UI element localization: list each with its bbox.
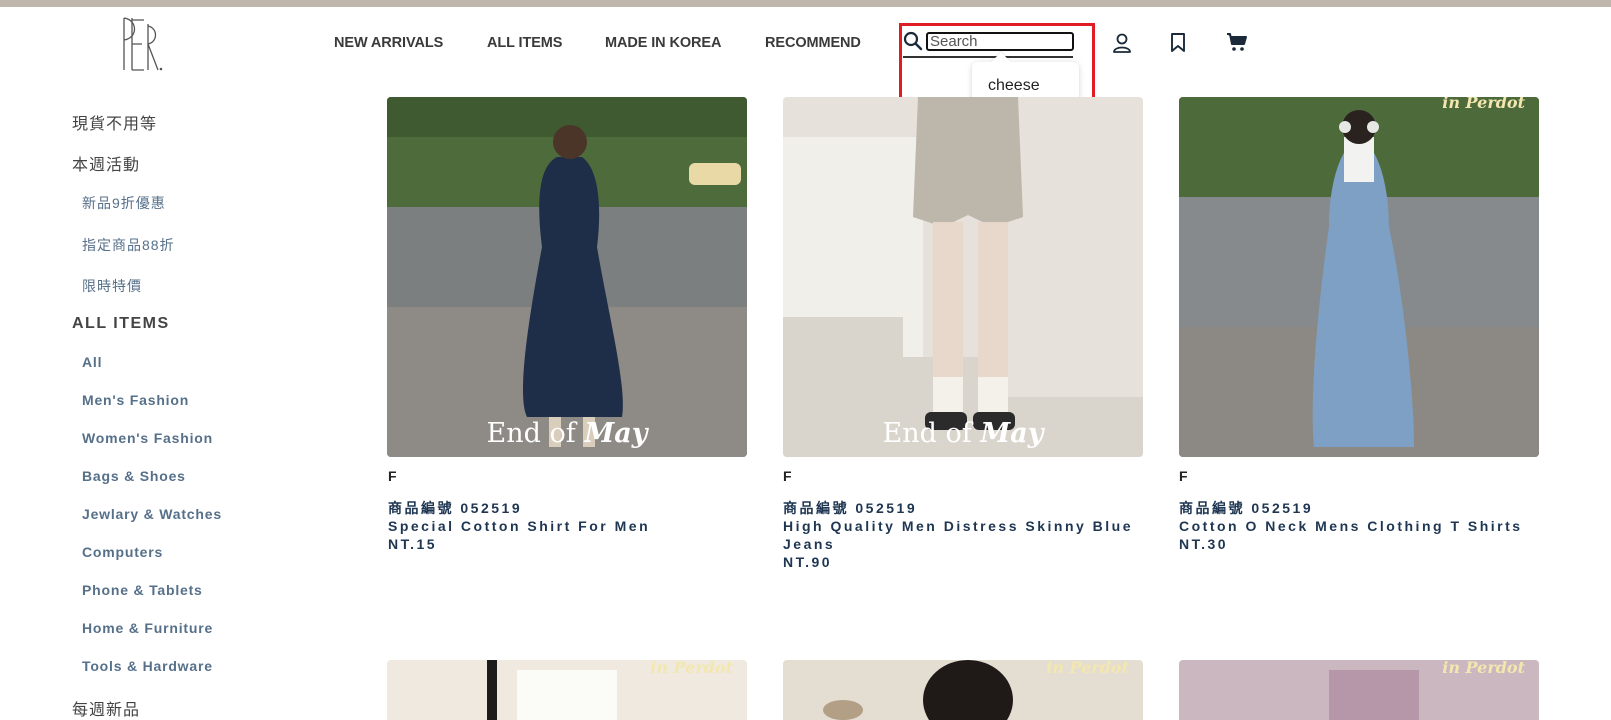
product-code: 商品編號 052519 (783, 500, 918, 516)
bookmark-icon[interactable] (1170, 32, 1186, 53)
product-size: F (388, 468, 397, 484)
image-badge: in Perdot (1046, 660, 1129, 677)
product-code: 商品編號 052519 (1179, 500, 1314, 516)
sidebar-item-88-off[interactable]: 指定商品88折 (82, 235, 175, 255)
sidebar-item-phone-tablets[interactable]: Phone & Tablets (82, 582, 203, 598)
product-info: F 商品編號 052519 High Quality Men Distress … (783, 467, 1145, 571)
product-size: F (1179, 468, 1188, 484)
caption-emphasis: May (584, 418, 648, 449)
badge-text: in Perdot (1442, 97, 1525, 112)
caption-text: End of (486, 418, 576, 449)
sidebar-item-tools-hardware[interactable]: Tools & Hardware (82, 658, 213, 674)
image-caption: End of May (387, 418, 747, 449)
product-price: NT.30 (1179, 536, 1229, 552)
nav-recommend[interactable]: RECOMMEND (765, 35, 861, 51)
product-info: F 商品編號 052519 Special Cotton Shirt For M… (388, 467, 748, 553)
sidebar-item-all[interactable]: All (82, 354, 102, 370)
product-code: 商品編號 052519 (388, 500, 523, 516)
product-name[interactable]: High Quality Men Distress Skinny Blue Je… (783, 517, 1145, 553)
sidebar-item-mens-fashion[interactable]: Men's Fashion (82, 392, 189, 408)
brand-logo[interactable] (118, 14, 164, 72)
search-underline (903, 56, 1073, 58)
sidebar-item-limited-offer[interactable]: 限時特價 (82, 276, 142, 296)
sidebar-heading-weekly-events[interactable]: 本週活動 (72, 151, 140, 175)
caption-emphasis: May (980, 418, 1044, 449)
suggestion-cheese[interactable]: cheese (988, 77, 1040, 95)
product-image[interactable]: in Perdot (387, 660, 747, 720)
product-image[interactable]: End of May (783, 97, 1143, 457)
sidebar-item-computers[interactable]: Computers (82, 544, 163, 560)
image-badge: in Perdot (650, 660, 733, 677)
sidebar-heading-in-stock[interactable]: 現貨不用等 (72, 110, 157, 134)
top-accent-bar (0, 0, 1611, 7)
nav-all-items[interactable]: ALL ITEMS (487, 35, 562, 51)
product-size: F (783, 468, 792, 484)
search-icon[interactable] (903, 31, 923, 51)
product-image[interactable]: in Perdot (1179, 97, 1539, 457)
sidebar-heading-weekly-new[interactable]: 每週新品 (72, 696, 140, 720)
product-info: F 商品編號 052519 Cotton O Neck Mens Clothin… (1179, 467, 1539, 553)
sidebar-item-new-10-off[interactable]: 新品9折優惠 (82, 193, 166, 213)
user-icon[interactable] (1112, 32, 1132, 54)
nav-new-arrivals[interactable]: NEW ARRIVALS (334, 35, 443, 51)
nav-made-in-korea[interactable]: MADE IN KOREA (605, 35, 721, 51)
sidebar-item-jewlary-watches[interactable]: Jewlary & Watches (82, 506, 222, 522)
product-name[interactable]: Cotton O Neck Mens Clothing T Shirts (1179, 517, 1539, 535)
product-image[interactable]: End of May (387, 97, 747, 457)
image-badge: in Perdot (1179, 97, 1539, 112)
search-input[interactable] (926, 32, 1074, 51)
product-image[interactable]: in Perdot (1179, 660, 1539, 720)
sidebar-item-womens-fashion[interactable]: Women's Fashion (82, 430, 213, 446)
image-badge: in Perdot (1442, 660, 1525, 677)
product-price: NT.90 (783, 554, 833, 570)
sidebar-item-home-furniture[interactable]: Home & Furniture (82, 620, 213, 636)
product-name[interactable]: Special Cotton Shirt For Men (388, 517, 748, 535)
product-price: NT.15 (388, 536, 438, 552)
sidebar-item-bags-shoes[interactable]: Bags & Shoes (82, 468, 186, 484)
sidebar-heading-all-items[interactable]: ALL ITEMS (72, 315, 170, 333)
caption-text: End of (882, 418, 972, 449)
product-image[interactable]: in Perdot (783, 660, 1143, 720)
cart-icon[interactable] (1226, 32, 1248, 52)
image-caption: End of May (783, 418, 1143, 449)
